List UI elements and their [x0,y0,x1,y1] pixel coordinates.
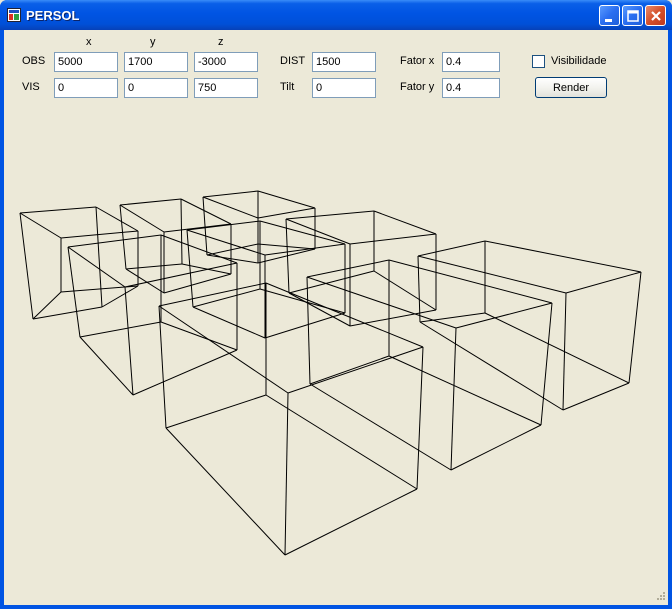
cube-edge [119,204,127,270]
cube-edge [306,259,390,278]
wireframe-cube [158,282,424,556]
cube-edge [165,427,286,556]
render-canvas [19,190,642,556]
resize-grip-icon[interactable] [654,591,666,603]
cube-edge [160,234,238,264]
cube-edge [101,285,139,308]
cube-edge [265,394,418,490]
cube-edge [19,212,62,239]
cube-edge [287,346,424,394]
cube-edge [419,312,486,323]
cube-edge [388,355,542,426]
cube-edge [306,276,311,385]
cube-edge [202,196,259,219]
cube-edge [285,210,375,220]
cube-edge [125,263,183,270]
cube-edge [417,240,486,257]
cube-edge [309,383,452,471]
close-button[interactable] [645,5,666,26]
window-title: PERSOL [26,8,80,23]
wireframe-cube [306,259,553,471]
cube-edge [257,248,316,264]
cube-edge [67,234,162,248]
app-window: PERSOL x y z OBS VIS DIST Tilt Fator x F… [0,0,672,609]
cube-edge [192,306,266,339]
wireframe-cube [202,190,316,264]
cube-edge [257,207,316,219]
cube-edge [419,321,564,411]
cube-edge [416,346,424,490]
cube-edge [257,190,316,209]
cube-edge [562,382,630,411]
maximize-icon [627,10,639,22]
cube-edge [202,196,208,256]
cube-edge [540,302,553,426]
app-icon [7,8,21,22]
cube-edge [202,190,259,198]
cube-edge [288,270,375,294]
cube-edge [158,305,289,394]
cube-edge [186,220,261,231]
wireframe-cube [285,210,437,327]
cube-edge [165,394,267,429]
cube-edge [60,230,139,239]
cube-edge [565,271,642,294]
cube-edge [158,305,167,429]
cube-edge [484,240,642,273]
cube-edge [373,270,437,311]
wireframe-cube [19,206,139,320]
cube-edge [484,312,630,384]
maximize-button[interactable] [622,5,643,26]
cube-edge [417,255,421,323]
cube-edge [79,321,162,338]
cube-edge [19,206,97,214]
wireframe-cube [119,198,232,294]
cube-edge [79,336,134,396]
cube-edge [95,206,139,232]
cube-edge [180,198,232,225]
minimize-button[interactable] [599,5,620,26]
cube-edge [284,392,289,556]
cube-edge [186,229,194,308]
cube-edge [67,246,81,338]
client-area: x y z OBS VIS DIST Tilt Fator x Fator y … [4,30,668,605]
cube-edge [349,233,437,245]
cube-edge [450,327,457,471]
cube-edge [450,424,542,471]
cube-edge [119,198,182,206]
cube-edge [285,218,351,245]
cube-edge [132,349,238,396]
cube-edge [119,204,165,233]
close-icon [651,11,661,21]
cube-edge [19,212,34,320]
cube-edge [388,259,553,304]
cube-edge [284,488,418,556]
wireframe-scene [19,190,642,556]
cube-edge [67,246,126,288]
cube-edge [373,210,437,235]
title-bar[interactable]: PERSOL [0,0,672,30]
cube-edge [160,321,238,351]
cube-edge [163,223,232,233]
minimize-icon [605,19,612,22]
cube-edge [259,220,346,245]
cube-edge [95,206,103,308]
cube-edge [257,243,316,250]
cube-edge [206,243,259,256]
cube-edge [309,355,390,385]
cube-edge [158,282,267,307]
cube-edge [180,198,183,265]
cube-edge [124,262,238,288]
cube-edge [259,288,346,314]
cube-edge [124,286,134,396]
cube-edge [628,271,642,384]
